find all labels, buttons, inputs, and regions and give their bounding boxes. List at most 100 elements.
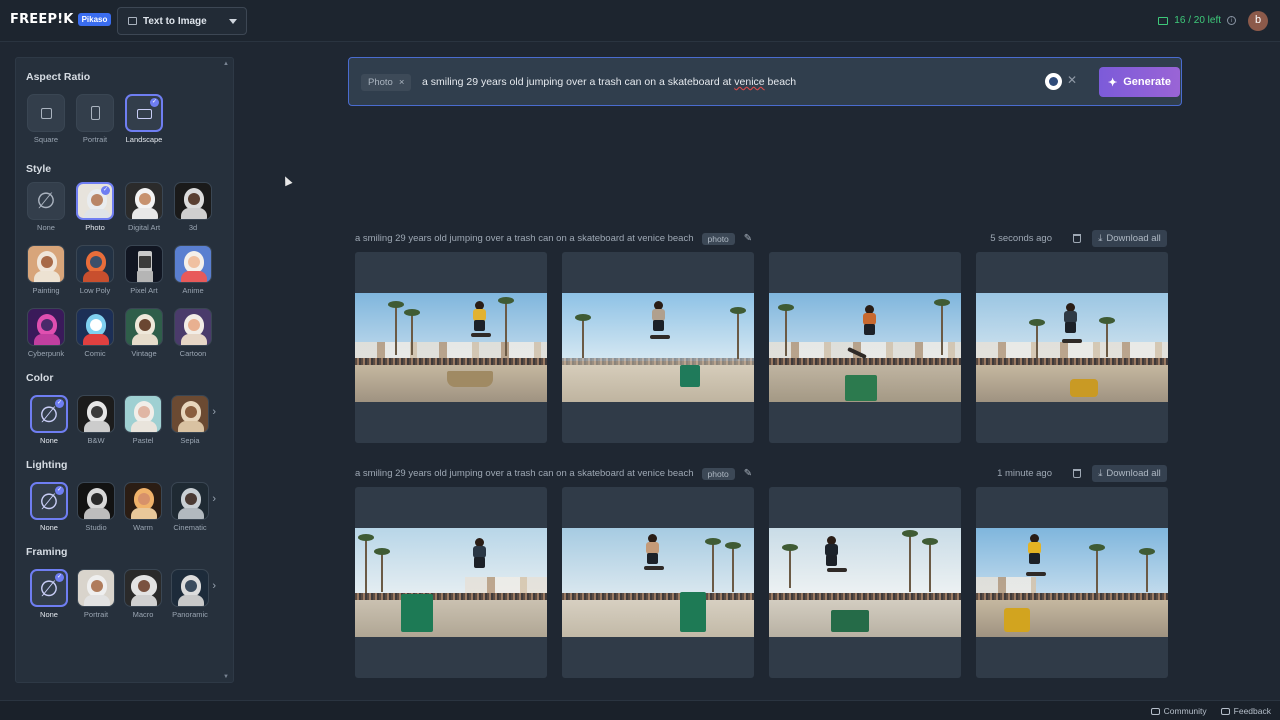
framing-macro[interactable]: Macro: [121, 569, 165, 619]
feedback-link[interactable]: Feedback: [1220, 706, 1271, 716]
style-low-poly[interactable]: Low Poly: [73, 245, 117, 295]
lighting-label: None: [40, 523, 58, 532]
result-image-card[interactable]: [976, 487, 1168, 678]
check-icon: ✓: [55, 486, 64, 495]
freepik-logo[interactable]: FREEP!K Pikaso: [10, 12, 112, 27]
lighting-warm[interactable]: Warm: [121, 482, 165, 532]
aspect-ratio-title: Aspect Ratio: [26, 71, 91, 83]
style-label: Pixel Art: [130, 286, 158, 295]
astronaut-thumb: [126, 309, 162, 345]
result-image-card[interactable]: [769, 252, 961, 443]
settings-sidebar: ▲ ▼ Aspect Ratio Square Portrait ✓ Lands…: [15, 57, 234, 683]
community-link[interactable]: Community: [1150, 706, 1207, 716]
prompt-text-misspelled: venice: [734, 76, 765, 88]
info-icon[interactable]: i: [1227, 16, 1236, 25]
style-painting[interactable]: Painting: [24, 245, 68, 295]
lighting-cinematic[interactable]: Cinematic: [168, 482, 212, 532]
result-image-card[interactable]: [562, 487, 754, 678]
aspect-label: Portrait: [82, 135, 108, 144]
download-icon: ⤓: [1098, 233, 1103, 244]
generate-button[interactable]: ✦ Generate: [1099, 67, 1180, 97]
result-image-card[interactable]: [355, 487, 547, 678]
framing-label: Portrait: [83, 610, 109, 619]
generate-label: Generate: [1123, 76, 1171, 88]
download-all-button[interactable]: ⤓ Download all: [1092, 230, 1167, 247]
framing-label: Macro: [132, 610, 154, 619]
color-none[interactable]: ∅ ✓ None: [27, 395, 71, 445]
astronaut-thumb: [172, 396, 208, 432]
color-label: None: [40, 436, 58, 445]
generated-image[interactable]: [976, 293, 1168, 402]
framing-panoramic[interactable]: Panoramic: [168, 569, 212, 619]
framing-none[interactable]: ∅ ✓ None: [27, 569, 71, 619]
chevron-right-icon[interactable]: ›: [212, 493, 216, 505]
style-pixel-art[interactable]: Pixel Art: [122, 245, 166, 295]
edit-icon[interactable]: ✎: [744, 233, 752, 244]
prompt-text-end: beach: [764, 76, 797, 88]
color-pastel[interactable]: Pastel: [121, 395, 165, 445]
style-anime[interactable]: Anime: [171, 245, 215, 295]
result-image-card[interactable]: [562, 252, 754, 443]
download-all-button[interactable]: ⤓ Download all: [1092, 465, 1167, 482]
astronaut-thumb: [28, 246, 64, 282]
style-tag[interactable]: Photo ×: [361, 74, 412, 91]
image-icon: [1158, 16, 1169, 25]
astronaut-thumb: [125, 570, 161, 606]
generated-image[interactable]: [562, 528, 754, 637]
download-icon: ⤓: [1098, 468, 1103, 479]
group-style-chip: photo: [701, 467, 735, 480]
trash-icon[interactable]: [1073, 469, 1081, 478]
assistant-icon[interactable]: [1045, 73, 1062, 90]
result-image-card[interactable]: [769, 487, 961, 678]
group-timestamp: 5 seconds ago: [990, 233, 1052, 244]
style-title: Style: [26, 163, 52, 175]
result-image-card[interactable]: [976, 252, 1168, 443]
result-image-card[interactable]: [355, 252, 547, 443]
style-none[interactable]: ∅ None: [24, 182, 68, 232]
lighting-none[interactable]: ∅ ✓ None: [27, 482, 71, 532]
trash-icon[interactable]: [1073, 234, 1081, 243]
community-label: Community: [1163, 706, 1207, 716]
feedback-label: Feedback: [1233, 706, 1271, 716]
lighting-studio[interactable]: Studio: [74, 482, 118, 532]
mode-dropdown[interactable]: Text to Image: [117, 7, 247, 35]
astronaut-thumb: [175, 183, 211, 219]
remove-tag-icon[interactable]: ×: [399, 77, 405, 88]
image-mode-icon: [128, 17, 137, 25]
scroll-down-icon[interactable]: ▼: [223, 674, 229, 680]
generated-image[interactable]: [769, 528, 961, 637]
generated-image[interactable]: [769, 293, 961, 402]
scroll-up-icon[interactable]: ▲: [223, 61, 229, 67]
color-bw[interactable]: B&W: [74, 395, 118, 445]
prompt-text-start: a smiling 29 years old jumping over a tr…: [422, 76, 735, 88]
aspect-landscape[interactable]: ✓ Landscape: [122, 94, 166, 144]
lighting-label: Warm: [133, 523, 153, 532]
generated-image[interactable]: [562, 293, 754, 402]
portrait-icon: [91, 106, 100, 120]
style-cyberpunk[interactable]: Cyberpunk: [24, 308, 68, 358]
generated-image[interactable]: [355, 293, 547, 402]
style-vintage[interactable]: Vintage: [122, 308, 166, 358]
generated-image[interactable]: [976, 528, 1168, 637]
user-avatar[interactable]: b: [1248, 11, 1268, 31]
style-digital-art[interactable]: Digital Art: [122, 182, 166, 232]
footer-bar: Community Feedback: [0, 700, 1280, 720]
color-sepia[interactable]: Sepia: [168, 395, 212, 445]
style-photo[interactable]: ✓ Photo: [73, 182, 117, 232]
credits-text: 16 / 20 left: [1174, 15, 1221, 26]
chevron-right-icon[interactable]: ›: [212, 580, 216, 592]
generated-image[interactable]: [355, 528, 547, 637]
framing-portrait[interactable]: Portrait: [74, 569, 118, 619]
style-3d[interactable]: 3d: [171, 182, 215, 232]
credits-indicator: 16 / 20 left i: [1158, 15, 1236, 26]
edit-icon[interactable]: ✎: [744, 468, 752, 479]
astronaut-thumb: [77, 309, 113, 345]
color-label: Sepia: [180, 436, 200, 445]
prompt-input[interactable]: a smiling 29 years old jumping over a tr…: [422, 76, 796, 88]
style-cartoon[interactable]: Cartoon: [171, 308, 215, 358]
chevron-right-icon[interactable]: ›: [212, 406, 216, 418]
aspect-square[interactable]: Square: [24, 94, 68, 144]
style-comic[interactable]: Comic: [73, 308, 117, 358]
aspect-portrait[interactable]: Portrait: [73, 94, 117, 144]
clear-prompt-icon[interactable]: ✕: [1067, 73, 1077, 87]
